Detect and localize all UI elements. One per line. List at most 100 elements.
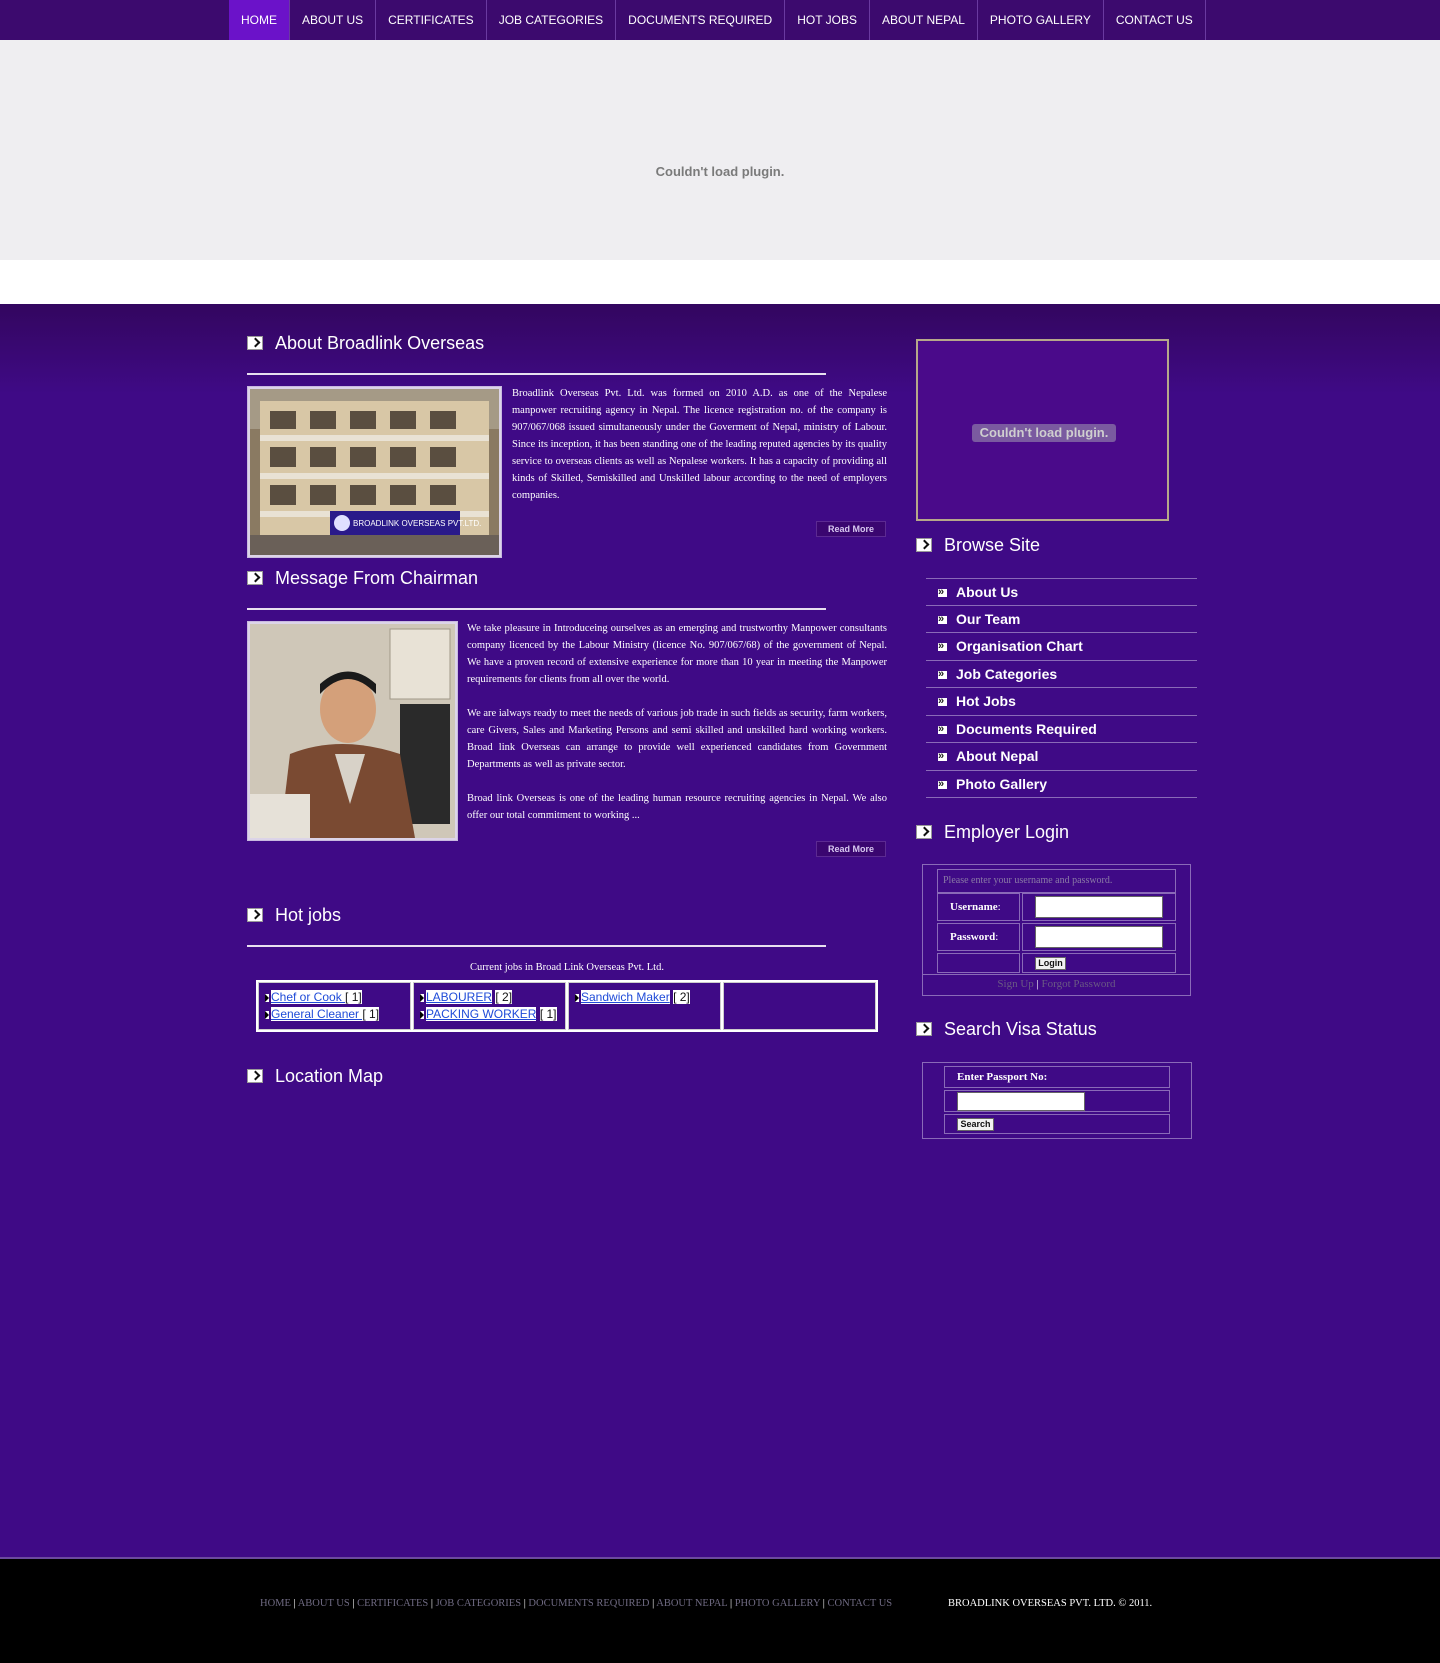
passport-label: Enter Passport No: — [957, 1071, 1048, 1083]
arrow-right-icon — [916, 1022, 932, 1036]
nav-certificates[interactable]: CERTIFICATES — [376, 0, 487, 40]
browse-item-about-us[interactable]: About Us — [926, 578, 1197, 606]
browse-site-list: About Us Our Team Organisation Chart Job… — [926, 578, 1197, 798]
browse-item-hot-jobs[interactable]: Hot Jobs — [926, 688, 1197, 716]
nav-about-us[interactable]: ABOUT US — [290, 0, 377, 40]
footer-link-about-us[interactable]: ABOUT US — [298, 1598, 350, 1609]
browse-item-organisation-chart[interactable]: Organisation Chart — [926, 633, 1197, 661]
jobs-column: Sandwich Maker [ 2] — [568, 982, 721, 1030]
browse-item-label: Our Team — [956, 610, 1021, 627]
chairman-read-more-button[interactable]: Read More — [816, 841, 886, 857]
browse-item-job-categories[interactable]: Job Categories — [926, 661, 1197, 688]
footer-link-job-categories[interactable]: JOB CATEGORIES — [436, 1598, 521, 1609]
nav-photo-gallery[interactable]: PHOTO GALLERY — [978, 0, 1104, 40]
browse-item-label: Documents Required — [956, 720, 1097, 737]
footer-link-home[interactable]: HOME — [260, 1598, 291, 1609]
job-entry: Chef or Cook [ 1] — [265, 989, 404, 1006]
browse-item-label: Job Categories — [956, 665, 1058, 682]
building-image: BROADLINK OVERSEAS PVT.LTD. — [250, 389, 499, 555]
building-sign-text: BROADLINK OVERSEAS PVT.LTD. — [353, 519, 481, 528]
job-link[interactable]: PACKING WORKER — [426, 1007, 537, 1021]
about-title: About Broadlink Overseas — [275, 333, 485, 353]
office-building-photo: BROADLINK OVERSEAS PVT.LTD. — [247, 386, 502, 558]
browse-item-label: Photo Gallery — [956, 775, 1048, 792]
footer-separator: | — [822, 1598, 825, 1609]
double-chevron-icon — [938, 634, 947, 658]
password-label: Password — [950, 931, 996, 943]
login-links: Sign Up | Forgot Password — [923, 978, 1190, 990]
job-entry: General Cleaner [ 1] — [265, 1006, 404, 1023]
job-link[interactable]: Sandwich Maker — [581, 990, 670, 1004]
forgot-password-link[interactable]: Forgot Password — [1042, 978, 1116, 990]
username-input[interactable] — [1035, 896, 1163, 918]
job-count: [ 2] — [673, 990, 690, 1004]
password-label-cell: Password: — [937, 923, 1020, 951]
chairman-paragraph-3: Broad link Overseas is one of the leadin… — [467, 793, 887, 821]
password-input[interactable] — [1035, 926, 1163, 948]
hot-jobs-title: Hot jobs — [275, 905, 342, 925]
browse-item-our-team[interactable]: Our Team — [926, 606, 1197, 633]
arrow-right-icon — [916, 825, 932, 839]
triangle-right-icon — [265, 1010, 269, 1019]
browse-item-label: Organisation Chart — [956, 638, 1083, 654]
footer-separator: | — [652, 1598, 655, 1609]
double-chevron-icon — [938, 580, 947, 604]
browse-item-about-nepal[interactable]: About Nepal — [926, 743, 1197, 771]
passport-number-input[interactable] — [957, 1092, 1085, 1111]
job-entry: LABOURER [ 2] — [420, 989, 559, 1006]
footer-copyright: BROADLINK OVERSEAS PVT. LTD. © 2011. — [948, 1598, 1153, 1609]
job-link[interactable]: LABOURER — [426, 990, 493, 1004]
nav-home[interactable]: HOME — [229, 0, 290, 40]
login-spacer-cell — [937, 953, 1020, 973]
job-link[interactable]: General Cleaner — [271, 1007, 363, 1021]
sign-up-link[interactable]: Sign Up — [997, 978, 1033, 990]
browse-item-label: About Us — [956, 584, 1019, 600]
footer-separator: | — [523, 1598, 526, 1609]
browse-item-photo-gallery[interactable]: Photo Gallery — [926, 771, 1197, 798]
footer-link-about-nepal[interactable]: ABOUT NEPAL — [656, 1598, 727, 1609]
footer-separator: | — [293, 1598, 296, 1609]
search-button[interactable]: Search — [957, 1118, 994, 1131]
sidebar-plugin-area: Couldn't load plugin. — [916, 339, 1169, 521]
about-read-more-button[interactable]: Read More — [816, 521, 886, 537]
browse-item-label: Hot Jobs — [956, 693, 1016, 709]
employer-login-title: Employer Login — [944, 822, 1070, 842]
username-label-text: Username: — [950, 901, 1001, 913]
link-separator: | — [1036, 978, 1039, 990]
login-button-cell: Login — [1022, 953, 1176, 973]
password-input-cell — [1022, 923, 1176, 951]
login-button[interactable]: Login — [1035, 957, 1066, 970]
password-colon: : — [995, 931, 999, 943]
triangle-right-icon — [575, 993, 579, 1002]
browse-site-title: Browse Site — [944, 535, 1041, 555]
nav-job-categories[interactable]: JOB CATEGORIES — [487, 0, 617, 40]
browse-item-label: About Nepal — [956, 748, 1039, 764]
section-divider — [247, 608, 826, 610]
hot-jobs-caption: Current jobs in Broad Link Overseas Pvt.… — [470, 962, 664, 973]
hot-jobs-table: Chef or Cook [ 1] General Cleaner [ 1] L… — [256, 980, 878, 1032]
username-label: Username — [950, 901, 998, 913]
nav-contact-us[interactable]: CONTACT US — [1104, 0, 1206, 40]
nav-documents-required[interactable]: DOCUMENTS REQUIRED — [616, 0, 786, 40]
job-entry: PACKING WORKER [ 1] — [420, 1006, 559, 1023]
browse-item-documents-required[interactable]: Documents Required — [926, 716, 1197, 743]
footer-link-documents-required[interactable]: DOCUMENTS REQUIRED — [528, 1598, 649, 1609]
nav-about-nepal[interactable]: ABOUT NEPAL — [870, 0, 978, 40]
banner-plugin-area: Couldn't load plugin. — [0, 40, 1440, 260]
username-input-cell — [1022, 893, 1176, 921]
banner-divider — [0, 260, 1440, 304]
footer-separator: | — [729, 1598, 733, 1609]
footer-link-certificates[interactable]: CERTIFICATES — [357, 1598, 428, 1609]
plugin-error-message: Couldn't load plugin. — [655, 164, 785, 179]
passport-input-row — [944, 1090, 1170, 1112]
footer-link-photo-gallery[interactable]: PHOTO GALLERY — [735, 1598, 820, 1609]
chairman-image — [250, 624, 455, 838]
about-description: Broadlink Overseas Pvt. Ltd. was formed … — [512, 388, 887, 501]
login-prompt-row: Please enter your username and password. — [937, 869, 1176, 893]
job-link[interactable]: Chef or Cook — [271, 990, 346, 1004]
arrow-right-icon — [247, 1069, 263, 1083]
job-count: [ 1] — [345, 990, 362, 1004]
nav-hot-jobs[interactable]: HOT JOBS — [785, 0, 870, 40]
footer-link-contact-us[interactable]: CONTACT US — [828, 1598, 893, 1609]
footer-separator: | — [430, 1598, 433, 1609]
